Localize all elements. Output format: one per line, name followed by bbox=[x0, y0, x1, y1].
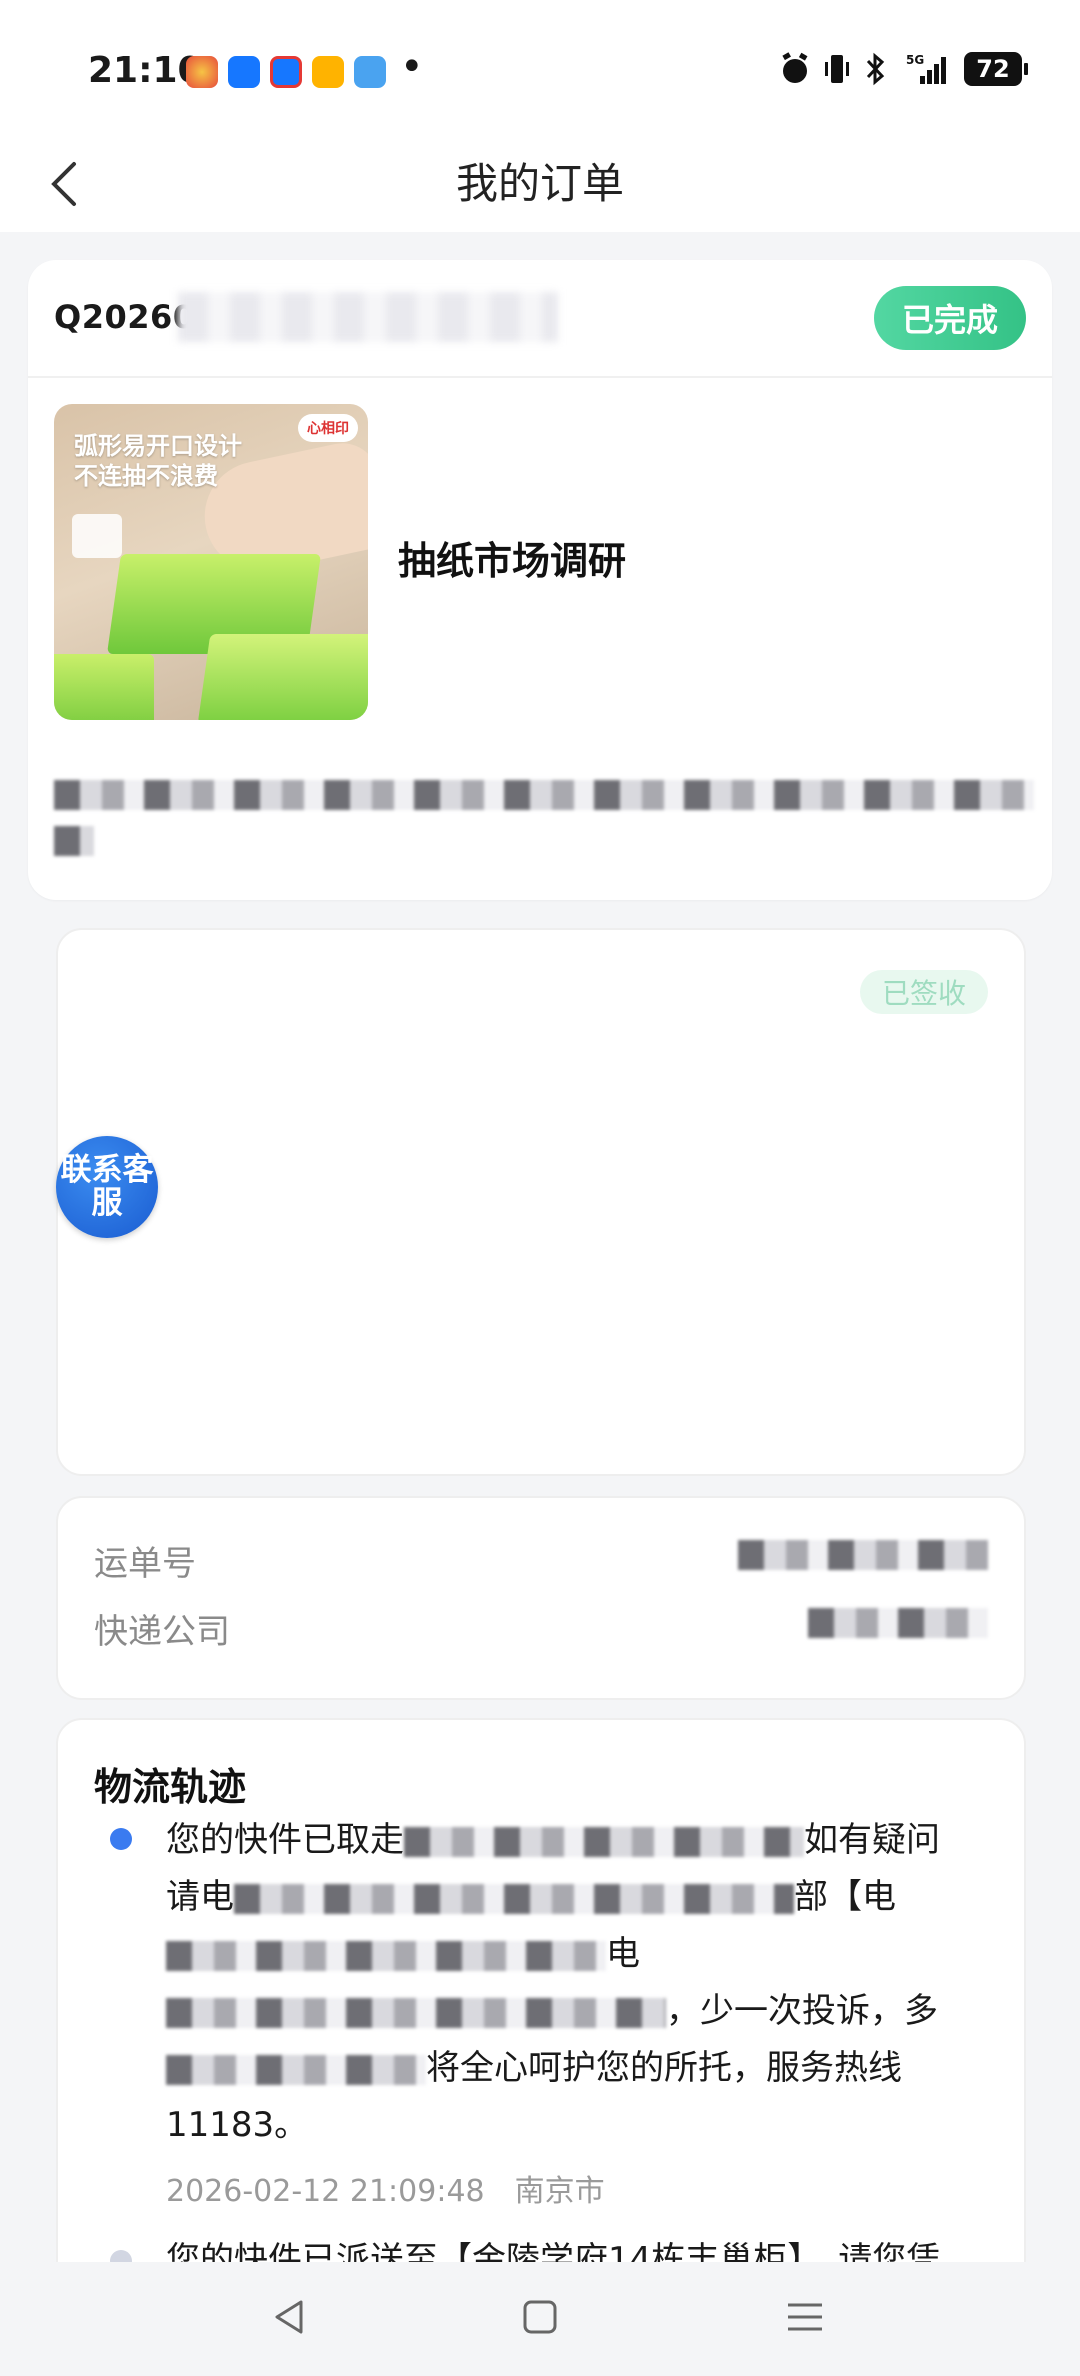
nav-back-button[interactable] bbox=[265, 2292, 315, 2342]
status-more-dot: • bbox=[400, 44, 424, 90]
app-icon-1 bbox=[186, 56, 218, 88]
status-right-icons: 5G 72 bbox=[780, 52, 1028, 86]
track-meta: 2026-02-12 21:09:48 南京市 bbox=[166, 2166, 605, 2210]
track-line: ，少一次投诉，多 bbox=[166, 1983, 996, 2040]
redacted bbox=[404, 1826, 804, 1857]
track-line: 11183。 bbox=[166, 2105, 309, 2145]
track-time: 2026-02-12 21:09:48 bbox=[166, 2174, 485, 2209]
waybill-number-label: 运单号 bbox=[94, 1544, 196, 1584]
courier-company-label: 快递公司 bbox=[94, 1612, 230, 1652]
waybill-card: 运单号 快递公司 bbox=[56, 1496, 1026, 1700]
logistics-card: 物流轨迹 您的快件已取走 如有疑问 请电 部【电 电 ，少一次投诉，多 将全心呵护您… bbox=[56, 1718, 1026, 2318]
order-detail-page: 21:10 • 5G 72 我的订单 Q202602 已完成 弧形易开口设计 不… bbox=[0, 0, 1080, 2376]
delivery-status-card: 已签收 bbox=[56, 928, 1026, 1476]
nav-menu-button[interactable] bbox=[780, 2292, 830, 2342]
order-id-redacted bbox=[178, 292, 558, 342]
alipay-icon bbox=[270, 56, 302, 88]
signal-5g-icon: 5G bbox=[906, 52, 950, 86]
bluetooth-icon bbox=[864, 52, 892, 86]
brand-logo: 心相印 bbox=[298, 414, 358, 442]
redacted bbox=[234, 1883, 794, 1914]
order-card[interactable]: Q202602 已完成 弧形易开口设计 不连抽不浪费 心相印 抽纸市场调研 bbox=[28, 260, 1052, 900]
nav-home-button[interactable] bbox=[515, 2292, 565, 2342]
track-line: 电 bbox=[166, 1926, 996, 1983]
contact-service-button[interactable]: 联系客服 bbox=[56, 1136, 158, 1238]
track-event-text: 您的快件已取走 如有疑问 请电 部【电 电 ，少一次投诉，多 将全心呵护您的所托，服… bbox=[166, 1812, 996, 2154]
weather-app-icon bbox=[354, 56, 386, 88]
battery-icon: 72 bbox=[964, 52, 1028, 86]
redacted bbox=[166, 2054, 426, 2085]
logistics-title: 物流轨迹 bbox=[94, 1765, 247, 1809]
track-location: 南京市 bbox=[514, 2174, 605, 2209]
app-icon-2 bbox=[228, 56, 260, 88]
product-tag bbox=[72, 514, 122, 558]
product-image-text: 不连抽不浪费 bbox=[74, 462, 218, 490]
divider bbox=[28, 376, 1052, 378]
system-nav-bar bbox=[0, 2262, 1080, 2376]
header: 我的订单 bbox=[0, 140, 1080, 232]
track-line: 将全心呵护您的所托，服务热线 bbox=[166, 2040, 996, 2097]
track-line: 请电 部【电 bbox=[166, 1877, 896, 1917]
address-redacted bbox=[54, 780, 1034, 810]
address-redacted bbox=[54, 826, 94, 856]
order-status-badge: 已完成 bbox=[873, 286, 1026, 350]
video-app-icon bbox=[312, 56, 344, 88]
alarm-icon bbox=[780, 52, 808, 86]
svg-text:5G: 5G bbox=[906, 53, 924, 67]
vibrate-icon bbox=[822, 52, 850, 86]
page-title: 我的订单 bbox=[455, 159, 624, 208]
status-bar: 21:10 • 5G 72 bbox=[0, 0, 1080, 140]
tissue-box-graphic bbox=[197, 634, 368, 720]
product-name: 抽纸市场调研 bbox=[398, 539, 627, 583]
redacted bbox=[166, 1997, 666, 2028]
nav-home-icon bbox=[523, 2300, 557, 2334]
tissue-box-graphic bbox=[54, 654, 154, 720]
product-image[interactable]: 弧形易开口设计 不连抽不浪费 心相印 bbox=[54, 404, 368, 720]
nav-menu-icon bbox=[788, 2303, 822, 2331]
status-app-icons bbox=[186, 56, 386, 88]
track-dot-active bbox=[110, 1828, 132, 1850]
nav-back-icon bbox=[275, 2300, 303, 2334]
track-line: 您的快件已取走 如有疑问 bbox=[166, 1820, 940, 1860]
courier-company-redacted bbox=[808, 1608, 988, 1638]
signed-badge: 已签收 bbox=[859, 970, 988, 1014]
redacted bbox=[166, 1940, 606, 1971]
waybill-number-redacted[interactable] bbox=[738, 1540, 988, 1570]
